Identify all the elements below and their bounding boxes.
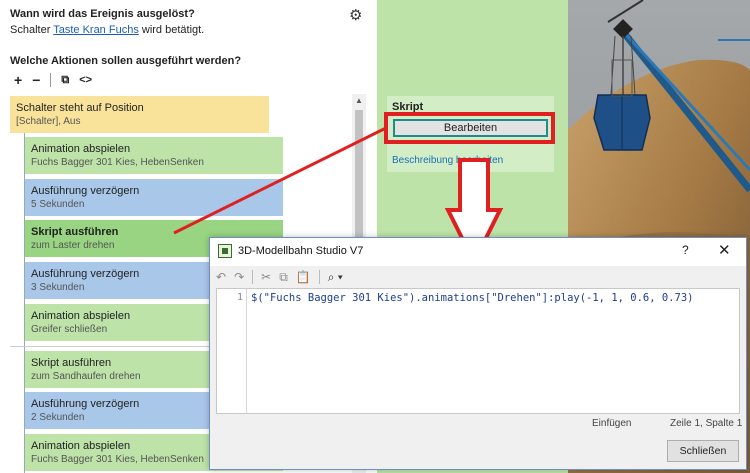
- code-view-icon[interactable]: <>: [79, 74, 92, 86]
- line-number-gutter: 1: [217, 289, 247, 413]
- toolbar-separator: [318, 270, 320, 284]
- trigger-suffix: wird betätigt.: [141, 24, 205, 36]
- trigger-question: Wann wird das Ereignis ausgelöst?: [10, 8, 195, 20]
- cut-icon[interactable]: ✂: [261, 270, 271, 284]
- line-number: 1: [237, 292, 244, 303]
- trigger-description: Schalter Taste Kran Fuchs wird betätigt.: [10, 24, 204, 36]
- paste-icon[interactable]: 📋: [296, 270, 311, 284]
- redo-icon[interactable]: ↷: [234, 270, 244, 284]
- action-card-animation[interactable]: Animation abspielen Fuchs Bagger 301 Kie…: [25, 137, 283, 174]
- help-button[interactable]: ?: [682, 243, 689, 257]
- status-cursor-position: Zeile 1, Spalte 1: [670, 418, 743, 429]
- close-icon[interactable]: ✕: [718, 241, 731, 259]
- action-card-delay[interactable]: Ausführung verzögern 5 Sekunden: [25, 179, 283, 216]
- gear-icon[interactable]: ⚙: [349, 6, 362, 24]
- actions-question: Welche Aktionen sollen ausgeführt werden…: [10, 55, 242, 67]
- dialog-title: 3D-Modellbahn Studio V7: [238, 245, 364, 257]
- remove-action-button[interactable]: −: [32, 72, 40, 88]
- search-icon[interactable]: ⌕ ▾: [328, 270, 343, 285]
- action-subtitle: Fuchs Bagger 301 Kies, HebenSenken: [31, 157, 204, 168]
- copy-icon[interactable]: ⧉: [279, 270, 288, 285]
- dialog-titlebar[interactable]: 3D-Modellbahn Studio V7 ? ✕: [210, 238, 746, 266]
- add-action-button[interactable]: +: [14, 72, 22, 88]
- actions-toolbar: + − ⧉ <>: [14, 72, 92, 88]
- close-dialog-button[interactable]: Schließen: [667, 440, 739, 462]
- action-card-trigger-condition[interactable]: Schalter steht auf Position [Schalter], …: [10, 96, 269, 133]
- undo-icon[interactable]: ↶: [216, 270, 226, 284]
- action-title: Animation abspielen: [31, 143, 131, 155]
- annotation-highlight-box: [384, 112, 555, 144]
- status-insert-mode: Einfügen: [592, 418, 632, 429]
- code-editor[interactable]: 1 $("Fuchs Bagger 301 Kies").animations[…: [216, 288, 740, 414]
- edit-description-link[interactable]: Beschreibung bearbeiten: [392, 155, 503, 166]
- action-subtitle: [Schalter], Aus: [16, 116, 81, 127]
- code-line[interactable]: $("Fuchs Bagger 301 Kies").animations["D…: [251, 292, 694, 304]
- copy-icon[interactable]: ⧉: [61, 74, 69, 87]
- action-title: Ausführung verzögern: [31, 185, 140, 197]
- toolbar-separator: [252, 270, 254, 284]
- editor-toolbar: ↶ ↷ ✂ ⧉ 📋 ⌕ ▾: [210, 266, 746, 288]
- toolbar-separator: [50, 73, 52, 87]
- trigger-switch-link[interactable]: Taste Kran Fuchs: [53, 24, 139, 36]
- scroll-up-icon[interactable]: ▲: [352, 94, 366, 108]
- trigger-prefix: Schalter: [10, 24, 51, 36]
- app-icon: [218, 244, 232, 258]
- script-editor-dialog: 3D-Modellbahn Studio V7 ? ✕ ↶ ↷ ✂ ⧉ 📋 ⌕ …: [209, 237, 747, 470]
- action-title: Schalter steht auf Position: [16, 102, 144, 114]
- action-subtitle: 5 Sekunden: [31, 199, 85, 210]
